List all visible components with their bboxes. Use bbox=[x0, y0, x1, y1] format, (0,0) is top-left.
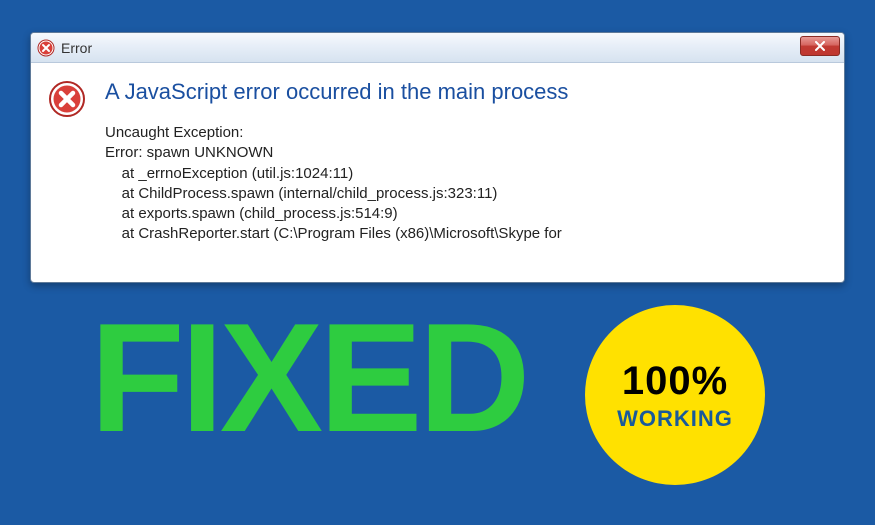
message-area: A JavaScript error occurred in the main … bbox=[105, 79, 826, 272]
stack-line: at _errnoException (util.js:1024:11) bbox=[105, 164, 826, 184]
stack-line: at CrashReporter.start (C:\Program Files… bbox=[105, 224, 826, 244]
badge-percent: 100% bbox=[622, 359, 728, 404]
stack-line: at ChildProcess.spawn (internal/child_pr… bbox=[105, 184, 826, 204]
badge-working: WORKING bbox=[617, 406, 733, 432]
close-button[interactable] bbox=[800, 36, 840, 56]
exception-block: Uncaught Exception: Error: spawn UNKNOWN… bbox=[105, 123, 826, 245]
dialog-body: A JavaScript error occurred in the main … bbox=[31, 63, 844, 282]
close-icon bbox=[815, 41, 825, 51]
main-message: A JavaScript error occurred in the main … bbox=[105, 79, 826, 105]
fixed-text: FIXED bbox=[90, 300, 526, 455]
exception-heading: Uncaught Exception: bbox=[105, 123, 826, 143]
stack-line: at exports.spawn (child_process.js:514:9… bbox=[105, 204, 826, 224]
error-icon bbox=[49, 81, 85, 117]
dialog-title: Error bbox=[61, 40, 92, 56]
titlebar: Error bbox=[31, 33, 844, 63]
error-icon-small bbox=[37, 39, 55, 57]
error-dialog: Error A JavaScript error occurred in the… bbox=[30, 32, 845, 283]
error-line: Error: spawn UNKNOWN bbox=[105, 143, 826, 163]
working-badge: 100% WORKING bbox=[585, 305, 765, 485]
